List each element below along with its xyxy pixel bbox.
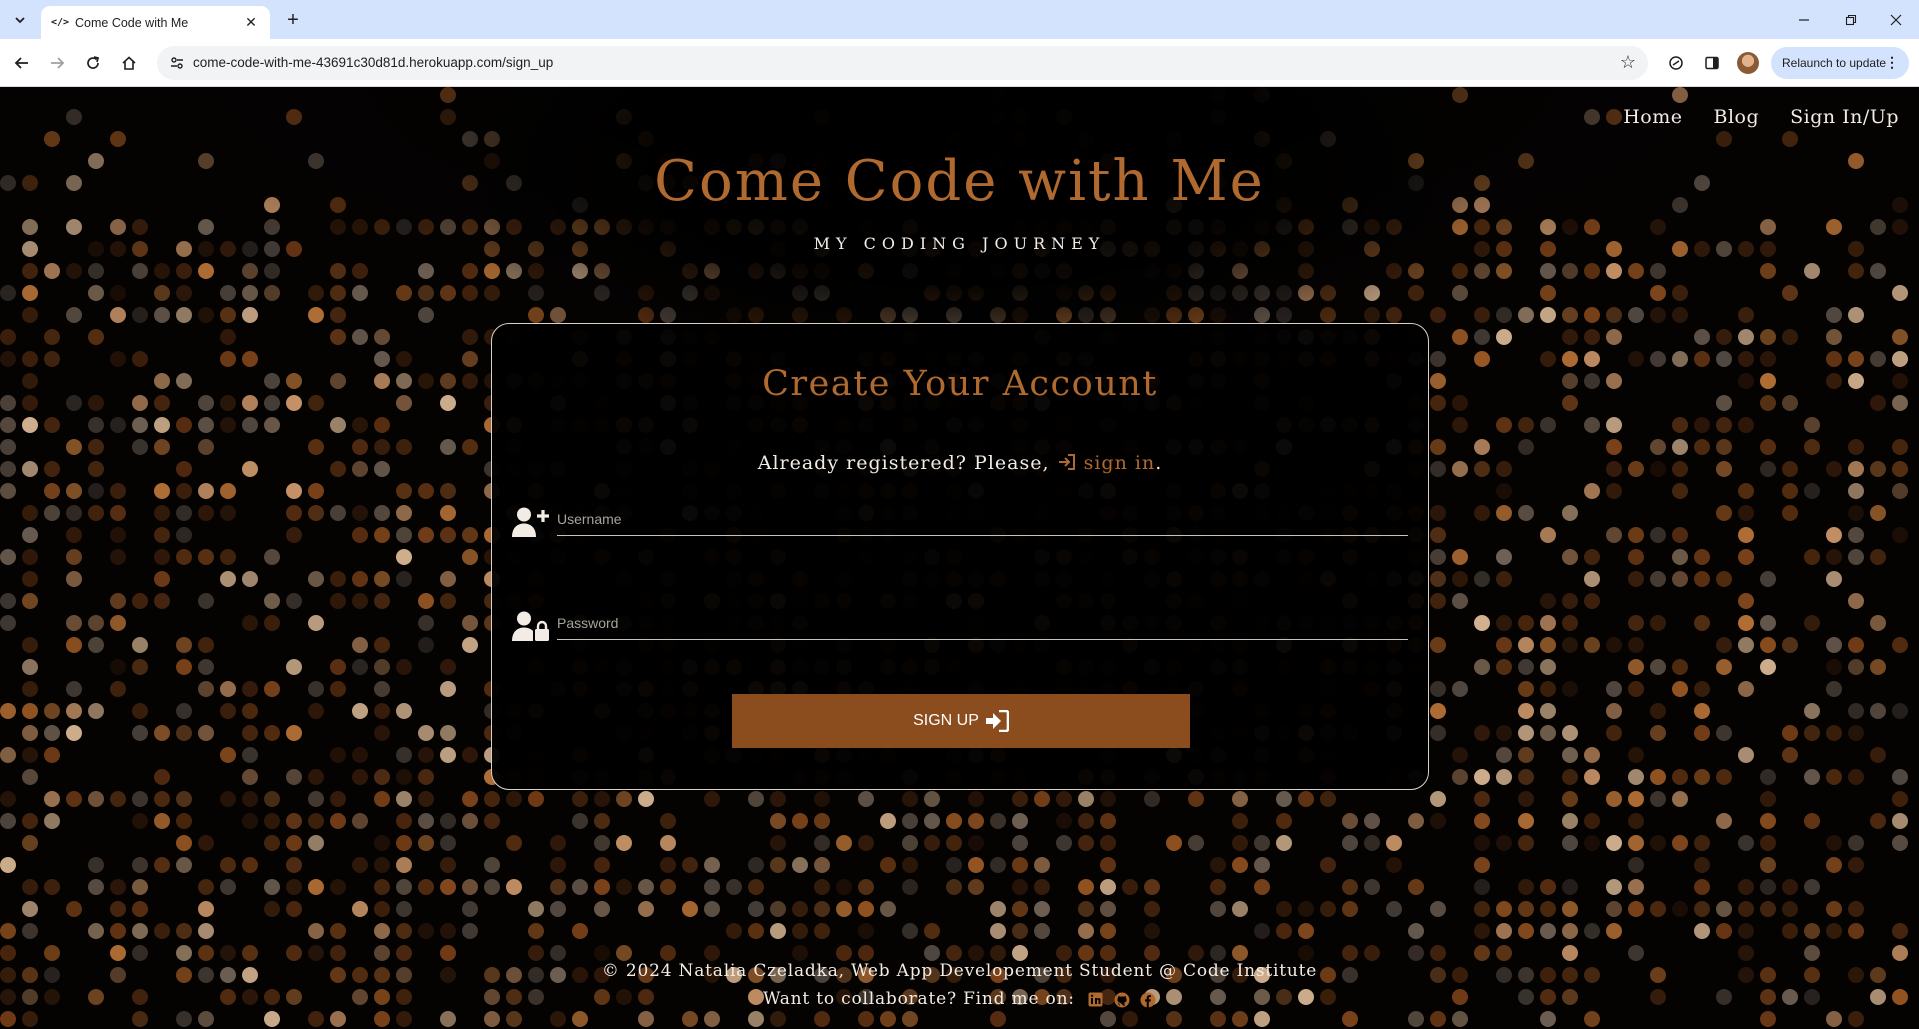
tab-search-button[interactable]	[8, 8, 32, 32]
password-input[interactable]	[557, 606, 1408, 640]
side-panel-icon[interactable]	[1701, 52, 1723, 74]
site-tagline: MY CODING JOURNEY	[813, 234, 1106, 253]
profile-avatar[interactable]	[1737, 52, 1759, 74]
home-button[interactable]	[115, 49, 143, 77]
password-field	[512, 602, 1408, 648]
reload-icon	[87, 56, 100, 69]
close-tab-icon[interactable]: ✕	[242, 14, 260, 32]
footer-copyright: © 2024 Natalia Czeladka, Web App Develop…	[601, 961, 1318, 981]
restore-icon	[1845, 14, 1857, 26]
site-brand-title[interactable]: Come Code with Me	[0, 149, 1919, 214]
more-menu-icon[interactable]: ⋮	[1885, 54, 1899, 71]
already-registered-text: Already registered? Please,	[757, 452, 1050, 474]
site-footer: © 2024 Natalia Czeladka, Web App Develop…	[0, 957, 1919, 1013]
browser-toolbar: come-code-with-me-43691c30d81d.herokuapp…	[0, 39, 1919, 87]
username-input[interactable]	[557, 502, 1408, 536]
page-viewport: Home Blog Sign In/Up Come Code with Me M…	[0, 87, 1919, 1029]
bookmark-star-icon[interactable]: ☆	[1620, 52, 1636, 73]
restore-window-button[interactable]	[1831, 6, 1871, 34]
arrow-left-icon	[14, 57, 28, 69]
user-lock-icon	[512, 611, 549, 641]
sign-up-button[interactable]: SIGN UP	[732, 694, 1190, 748]
signup-title: Create Your Account	[762, 364, 1158, 404]
site-info-icon[interactable]	[167, 53, 187, 73]
home-icon	[122, 56, 136, 70]
sign-in-period: .	[1155, 452, 1163, 474]
nav-link-sign-in-up[interactable]: Sign In/Up	[1790, 106, 1899, 128]
user-plus-icon	[512, 507, 549, 537]
relaunch-to-update-button[interactable]: Relaunch to update ⋮	[1771, 47, 1909, 79]
sign-in-link-label: sign in	[1083, 452, 1156, 474]
reload-button[interactable]	[79, 49, 107, 77]
already-registered-line: Already registered? Please, sign in.	[492, 452, 1428, 474]
nav-link-blog[interactable]: Blog	[1714, 106, 1760, 128]
url-text: come-code-with-me-43691c30d81d.herokuapp…	[193, 55, 554, 70]
new-tab-button[interactable]: +	[281, 8, 305, 32]
extension-icon[interactable]	[1665, 52, 1687, 74]
tab-title: Come Code with Me	[75, 15, 189, 30]
site-navigation: Home Blog Sign In/Up	[1623, 106, 1899, 128]
linkedin-icon[interactable]	[1087, 991, 1104, 1008]
browser-tab-strip: </> Come Code with Me ✕ +	[0, 0, 1919, 39]
relaunch-label: Relaunch to update	[1782, 56, 1887, 70]
close-icon	[1890, 14, 1902, 26]
sign-in-link[interactable]: sign in	[1057, 452, 1156, 474]
social-links	[1087, 991, 1156, 1008]
footer-collaborate-text: Want to collaborate? Find me on:	[762, 989, 1075, 1009]
address-bar[interactable]: come-code-with-me-43691c30d81d.herokuapp…	[157, 46, 1648, 80]
sign-up-button-label: SIGN UP	[913, 712, 979, 729]
browser-tab-active[interactable]: </> Come Code with Me ✕	[41, 6, 270, 39]
facebook-icon[interactable]	[1139, 991, 1156, 1008]
back-button[interactable]	[8, 49, 36, 77]
signup-card: Create Your Account Already registered? …	[491, 323, 1429, 790]
nav-link-home[interactable]: Home	[1623, 106, 1682, 128]
chevron-down-icon	[15, 17, 25, 24]
github-icon[interactable]	[1113, 991, 1130, 1008]
sign-in-arrow-icon	[985, 710, 1009, 732]
minimize-icon	[1799, 19, 1809, 21]
close-window-button[interactable]	[1876, 6, 1916, 34]
arrow-right-icon	[51, 57, 65, 69]
username-field	[512, 498, 1408, 544]
minimize-window-button[interactable]	[1784, 6, 1824, 34]
forward-button[interactable]	[43, 49, 71, 77]
footer-collaborate-line: Want to collaborate? Find me on:	[0, 985, 1919, 1013]
code-favicon-icon: </>	[51, 17, 70, 28]
sign-in-icon	[1058, 454, 1075, 470]
